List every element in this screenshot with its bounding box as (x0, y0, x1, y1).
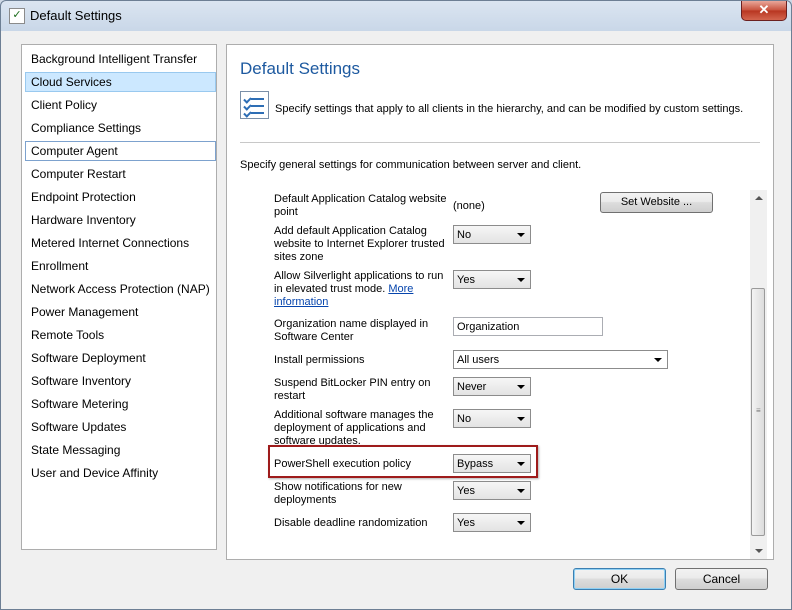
nav-item[interactable]: Client Policy (25, 95, 216, 115)
catalog-point-label: Default Application Catalog website poin… (274, 193, 447, 218)
nav-item[interactable]: Software Updates (25, 417, 216, 437)
notifications-select[interactable]: Yes (453, 481, 531, 500)
dialog-body: Background Intelligent Transfer Cloud Ser… (9, 31, 783, 601)
chevron-down-icon (517, 278, 525, 282)
scroll-up-arrow-icon[interactable] (750, 190, 767, 207)
nav-item[interactable]: Computer Agent (25, 141, 216, 161)
nav-item[interactable]: Network Access Protection (NAP) (25, 279, 216, 299)
nav-item[interactable]: Compliance Settings (25, 118, 216, 138)
additional-software-select[interactable]: No (453, 409, 531, 428)
deadline-value: Yes (457, 517, 475, 529)
notifications-label: Show notifications for new deployments (274, 481, 402, 506)
ok-button[interactable]: OK (573, 568, 666, 590)
additional-software-label: Additional software manages the deployme… (274, 409, 434, 447)
nav-item[interactable]: Hardware Inventory (25, 210, 216, 230)
nav-item[interactable]: Enrollment (25, 256, 216, 276)
silverlight-value: Yes (457, 274, 475, 286)
notifications-value: Yes (457, 485, 475, 497)
silverlight-label: Allow Silverlight applications to run in… (274, 270, 450, 309)
nav-item[interactable]: Computer Restart (25, 164, 216, 184)
powershell-policy-label: PowerShell execution policy (274, 458, 411, 470)
grip-icon: ≡ (756, 406, 761, 415)
settings-panel: Default Settings Specify settings that a… (226, 44, 774, 560)
checklist-icon (240, 91, 269, 119)
powershell-policy-select[interactable]: Bypass (453, 454, 531, 473)
settings-category-list[interactable]: Background Intelligent Transfer Cloud Ser… (21, 44, 217, 550)
silverlight-select[interactable]: Yes (453, 270, 531, 289)
chevron-down-icon (517, 233, 525, 237)
window-title: Default Settings (30, 8, 122, 23)
chevron-down-icon (517, 462, 525, 466)
nav-item[interactable]: Background Intelligent Transfer (25, 49, 216, 69)
nav-item[interactable]: Software Metering (25, 394, 216, 414)
powershell-policy-value: Bypass (457, 458, 494, 470)
panel-subheading: Specify general settings for communicati… (240, 159, 582, 171)
nav-item[interactable]: Endpoint Protection (25, 187, 216, 207)
nav-item[interactable]: State Messaging (25, 440, 216, 460)
add-catalog-select[interactable]: No (453, 225, 531, 244)
divider (240, 142, 760, 143)
add-catalog-value: No (457, 229, 472, 241)
add-catalog-label: Add default Application Catalog website … (274, 225, 445, 263)
chevron-down-icon (517, 385, 525, 389)
panel-description: Specify settings that apply to all clien… (275, 103, 744, 115)
bitlocker-select[interactable]: Never (453, 377, 531, 396)
nav-item[interactable]: Cloud Services (25, 72, 216, 92)
install-permissions-value: All users (457, 354, 500, 366)
catalog-point-value: (none) (453, 200, 485, 212)
install-permissions-label: Install permissions (274, 354, 365, 366)
silverlight-label-text: Allow Silverlight applications to run in… (274, 270, 444, 295)
chevron-down-icon (517, 417, 525, 421)
chevron-down-icon (517, 489, 525, 493)
vertical-scrollbar[interactable]: ≡ (750, 190, 767, 559)
checkbox-app-icon: ✓ (9, 8, 25, 24)
nav-item[interactable]: User and Device Affinity (25, 463, 216, 483)
chevron-down-icon (517, 521, 525, 525)
chevron-down-icon (654, 358, 662, 362)
scroll-down-arrow-icon[interactable] (750, 542, 767, 559)
nav-item[interactable]: Power Management (25, 302, 216, 322)
nav-item[interactable]: Remote Tools (25, 325, 216, 345)
org-name-label: Organization name displayed in Software … (274, 318, 429, 343)
deadline-select[interactable]: Yes (453, 513, 531, 532)
install-permissions-select[interactable]: All users (453, 350, 668, 369)
set-website-button[interactable]: Set Website ... (600, 192, 713, 213)
bitlocker-value: Never (457, 381, 487, 393)
close-button[interactable]: ✕ (741, 1, 787, 21)
cancel-button[interactable]: Cancel (675, 568, 768, 590)
nav-item[interactable]: Software Deployment (25, 348, 216, 368)
panel-title: Default Settings (240, 59, 361, 78)
additional-software-value: No (457, 413, 472, 425)
nav-item[interactable]: Software Inventory (25, 371, 216, 391)
title-bar[interactable]: ✓ Default Settings ✕ (1, 1, 791, 31)
scrollbar-thumb[interactable]: ≡ (751, 288, 765, 536)
org-name-input[interactable]: Organization (453, 317, 603, 336)
settings-window: ✓ Default Settings ✕ Background Intellig… (0, 0, 792, 610)
deadline-label: Disable deadline randomization (274, 517, 428, 529)
bitlocker-label: Suspend BitLocker PIN entry on restart (274, 377, 431, 402)
nav-item[interactable]: Metered Internet Connections (25, 233, 216, 253)
